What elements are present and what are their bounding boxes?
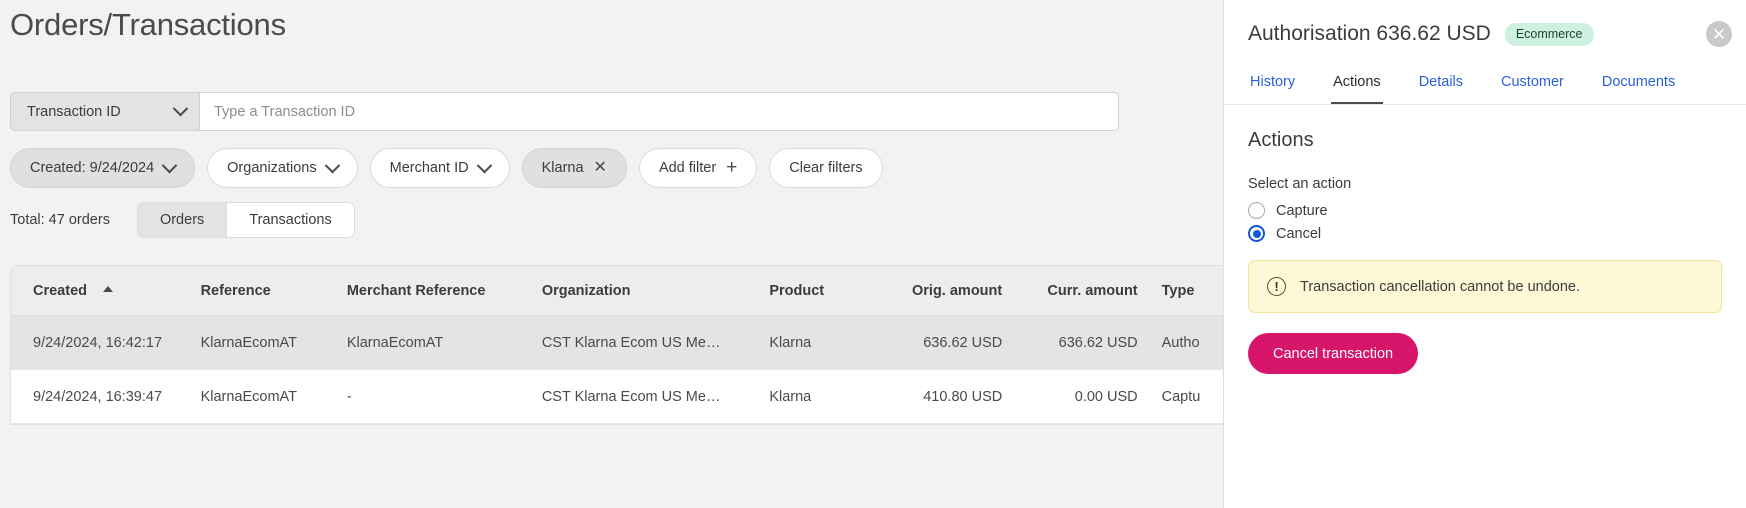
search-input[interactable] <box>214 103 1104 120</box>
tab-history[interactable]: History <box>1248 68 1297 104</box>
tab-customer[interactable]: Customer <box>1499 68 1566 104</box>
column-header-created[interactable]: Created <box>11 266 201 316</box>
cell-organization: CST Klarna Ecom US Me… <box>541 369 770 424</box>
warning-banner: ! Transaction cancellation cannot be und… <box>1248 260 1722 313</box>
cell-type: Captu <box>1137 369 1223 424</box>
total-count-label: Total: 47 orders <box>10 212 110 228</box>
radio-capture-label: Capture <box>1276 202 1328 219</box>
select-action-label: Select an action <box>1248 176 1352 192</box>
filter-chip-row: Created: 9/24/2024 Organizations Merchan… <box>10 148 883 188</box>
search-input-wrapper[interactable] <box>199 92 1119 131</box>
app-root: Orders/Transactions Transaction ID Creat… <box>0 0 1746 508</box>
column-header-reference[interactable]: Reference <box>200 266 347 316</box>
filter-chip-created[interactable]: Created: 9/24/2024 <box>10 148 196 188</box>
column-header-organization[interactable]: Organization <box>541 266 770 316</box>
orders-table: Created Reference Merchant Reference Org… <box>11 266 1223 424</box>
cell-curr-amount: 0.00 USD <box>1002 369 1138 424</box>
cell-orig-amount: 636.62 USD <box>872 315 1003 370</box>
orders-list-pane: Orders/Transactions Transaction ID Creat… <box>0 0 1223 508</box>
exclamation-circle-icon: ! <box>1267 277 1286 296</box>
chevron-down-icon <box>324 157 340 173</box>
add-filter-button[interactable]: Add filter + <box>638 148 758 188</box>
search-bar: Transaction ID <box>10 92 1119 131</box>
cell-merchant-reference: KlarnaEcomAT <box>346 315 542 370</box>
search-field-select[interactable]: Transaction ID <box>10 92 199 131</box>
filter-chip-klarna[interactable]: Klarna ✕ <box>521 148 627 188</box>
plus-icon: + <box>726 156 738 178</box>
cell-orig-amount: 410.80 USD <box>872 369 1003 424</box>
summary-row: Total: 47 orders Orders Transactions <box>10 202 355 238</box>
chevron-down-icon <box>476 157 492 173</box>
close-icon[interactable]: ✕ <box>594 160 607 176</box>
cell-created: 9/24/2024, 16:42:17 <box>11 315 201 370</box>
cell-type: Autho <box>1137 315 1223 370</box>
tab-actions[interactable]: Actions <box>1331 68 1383 104</box>
view-toggle-orders[interactable]: Orders <box>137 203 227 237</box>
sort-ascending-icon <box>103 286 114 292</box>
panel-header: Authorisation 636.62 USD Ecommerce <box>1224 0 1746 46</box>
column-header-curr-amount[interactable]: Curr. amount <box>1002 266 1138 316</box>
filter-chip-organizations-label: Organizations <box>227 160 317 176</box>
close-icon[interactable]: ✕ <box>1706 21 1732 47</box>
radio-cancel-input[interactable] <box>1248 225 1265 242</box>
clear-filters-label: Clear filters <box>789 160 863 176</box>
cell-merchant-reference: - <box>346 369 542 424</box>
cell-curr-amount: 636.62 USD <box>1002 315 1138 370</box>
radio-capture-input[interactable] <box>1248 202 1265 219</box>
radio-option-cancel[interactable]: Cancel <box>1248 225 1722 242</box>
add-filter-label: Add filter <box>658 160 717 176</box>
orders-table-head: Created Reference Merchant Reference Org… <box>11 266 1223 316</box>
cell-product: Klarna <box>769 369 873 424</box>
panel-tabs: History Actions Details Customer Documen… <box>1224 68 1746 105</box>
warning-text: Transaction cancellation cannot be undon… <box>1300 278 1580 295</box>
panel-title: Authorisation 636.62 USD <box>1248 22 1491 45</box>
radio-cancel-label: Cancel <box>1276 225 1322 242</box>
orders-table-body: 9/24/2024, 16:42:17 KlarnaEcomAT KlarnaE… <box>11 315 1223 424</box>
view-toggle-transactions[interactable]: Transactions <box>226 203 354 237</box>
radio-option-capture[interactable]: Capture <box>1248 202 1722 219</box>
filter-chip-merchant-id[interactable]: Merchant ID <box>369 148 510 188</box>
tab-details[interactable]: Details <box>1417 68 1465 104</box>
search-field-select-value: Transaction ID <box>27 103 121 120</box>
column-header-created-label: Created <box>33 283 87 299</box>
table-row[interactable]: 9/24/2024, 16:39:47 KlarnaEcomAT - CST K… <box>11 369 1223 424</box>
cancel-transaction-button[interactable]: Cancel transaction <box>1248 333 1419 374</box>
filter-chip-organizations[interactable]: Organizations <box>207 148 358 188</box>
cell-created: 9/24/2024, 16:39:47 <box>11 369 201 424</box>
cell-product: Klarna <box>769 315 873 370</box>
table-header-row: Created Reference Merchant Reference Org… <box>11 266 1223 316</box>
chevron-down-icon <box>161 157 178 173</box>
view-toggle: Orders Transactions <box>136 202 355 238</box>
tab-documents[interactable]: Documents <box>1600 68 1677 104</box>
actions-heading: Actions <box>1248 129 1314 151</box>
filter-chip-klarna-label: Klarna <box>541 160 584 176</box>
status-badge: Ecommerce <box>1504 22 1594 46</box>
column-header-type[interactable]: Type <box>1137 266 1223 316</box>
filter-chip-merchant-id-label: Merchant ID <box>389 160 469 176</box>
column-header-product[interactable]: Product <box>769 266 873 316</box>
cell-reference: KlarnaEcomAT <box>200 369 347 424</box>
chevron-down-icon <box>172 100 189 117</box>
clear-filters-button[interactable]: Clear filters <box>769 148 883 188</box>
table-row[interactable]: 9/24/2024, 16:42:17 KlarnaEcomAT KlarnaE… <box>11 315 1223 370</box>
column-header-merchant-reference[interactable]: Merchant Reference <box>346 266 542 316</box>
filter-chip-created-label: Created: 9/24/2024 <box>30 160 155 176</box>
column-header-orig-amount[interactable]: Orig. amount <box>872 266 1003 316</box>
cell-organization: CST Klarna Ecom US Me… <box>541 315 770 370</box>
page-title: Orders/Transactions <box>10 7 286 42</box>
actions-pane: Actions Select an action Capture Cancel … <box>1224 105 1746 374</box>
cell-reference: KlarnaEcomAT <box>200 315 347 370</box>
transaction-detail-panel: Authorisation 636.62 USD Ecommerce ✕ His… <box>1223 0 1746 508</box>
orders-table-card: Created Reference Merchant Reference Org… <box>10 265 1223 425</box>
